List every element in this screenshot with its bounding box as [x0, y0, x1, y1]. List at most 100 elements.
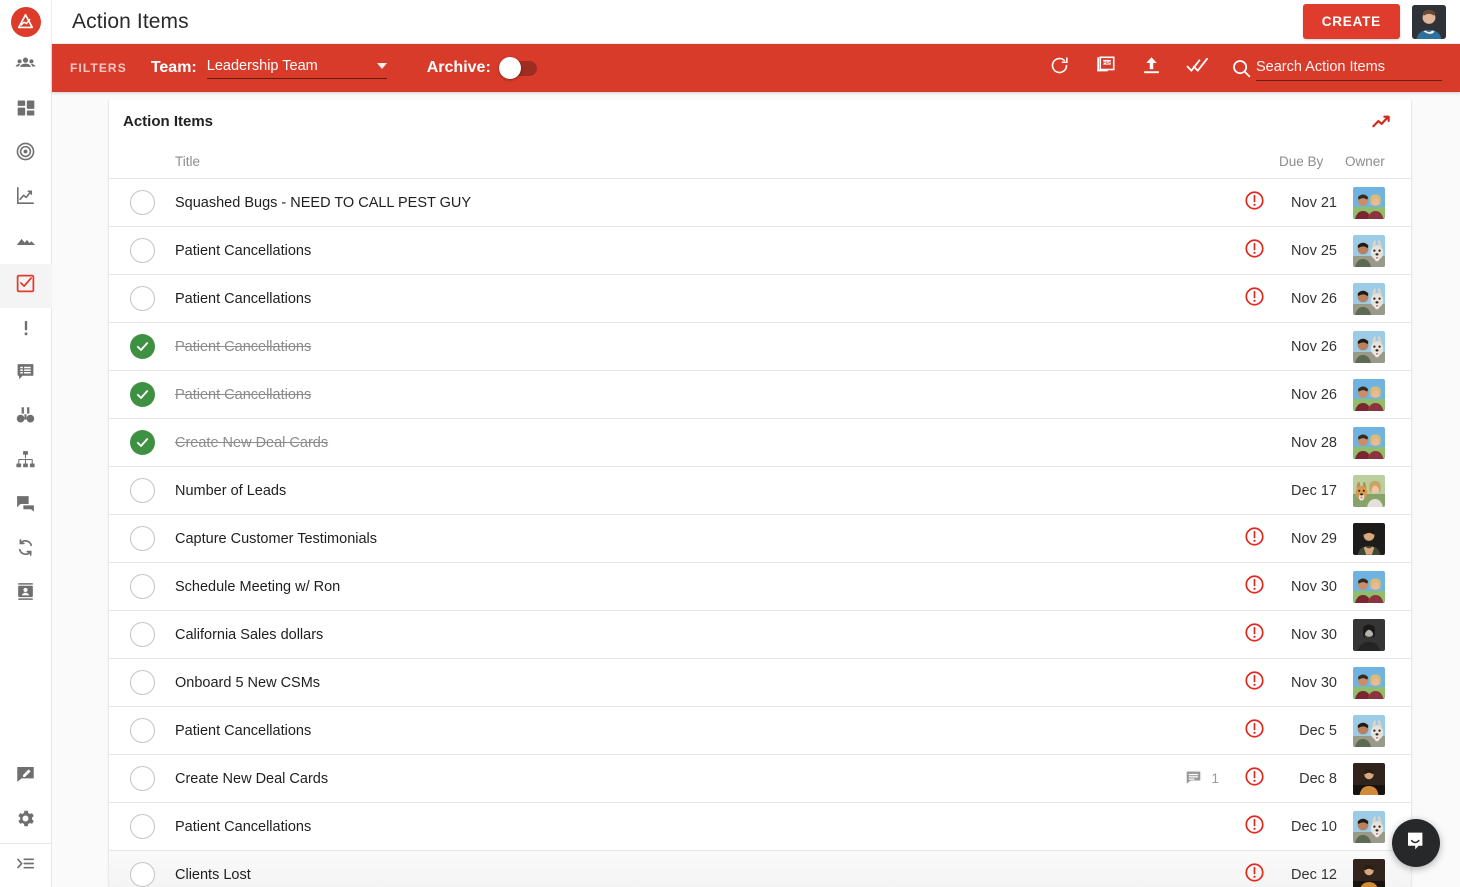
table-row[interactable]: Squashed Bugs - NEED TO CALL PEST GUY No…: [109, 178, 1411, 226]
sidebar-item-todos[interactable]: [0, 264, 52, 308]
row-checkbox[interactable]: [109, 478, 175, 503]
sidebar-item-feedback[interactable]: [0, 755, 52, 799]
row-owner[interactable]: [1345, 667, 1411, 699]
table-row[interactable]: Patient Cancellations Nov 25: [109, 226, 1411, 274]
checkbox-checked-icon: [130, 382, 155, 407]
row-title: Patient Cancellations: [175, 723, 1233, 739]
search-input[interactable]: [1256, 56, 1442, 81]
row-alert: [1233, 670, 1275, 696]
row-owner[interactable]: [1345, 523, 1411, 555]
owner-avatar: [1353, 331, 1385, 363]
table-row[interactable]: Onboard 5 New CSMs Nov 30: [109, 658, 1411, 706]
row-owner[interactable]: [1345, 571, 1411, 603]
row-due-date: Nov 28: [1275, 435, 1345, 451]
row-due-date: Dec 12: [1275, 867, 1345, 883]
sidebar-item-discussions[interactable]: [0, 484, 52, 528]
checkbox-checked-icon: [130, 430, 155, 455]
row-checkbox[interactable]: [109, 286, 175, 311]
row-owner[interactable]: [1345, 283, 1411, 315]
filters-bar: FILTERS Team: Leadership Team Archive: P…: [52, 44, 1460, 92]
export-pdf-button[interactable]: PDF: [1082, 44, 1128, 92]
row-owner[interactable]: [1345, 475, 1411, 507]
row-owner[interactable]: [1345, 379, 1411, 411]
row-due-date: Nov 21: [1275, 195, 1345, 211]
refresh-button[interactable]: [1036, 44, 1082, 92]
org-chart-icon: [15, 449, 36, 475]
table-row[interactable]: Patient Cancellations Dec 10: [109, 802, 1411, 850]
table-row[interactable]: Schedule Meeting w/ Ron Nov 30: [109, 562, 1411, 610]
row-checkbox[interactable]: [109, 814, 175, 839]
row-checkbox[interactable]: [109, 526, 175, 551]
comment-icon: [1185, 769, 1202, 789]
row-owner[interactable]: [1345, 859, 1411, 887]
pdf-export-icon: PDF: [1095, 55, 1116, 81]
sidebar-item-headlines[interactable]: [0, 396, 52, 440]
sidebar-item-process[interactable]: [0, 528, 52, 572]
column-headers: Title Due By Owner: [109, 144, 1411, 178]
search-icon[interactable]: [1226, 58, 1256, 79]
sidebar-collapse-toggle[interactable]: [0, 843, 52, 887]
table-row[interactable]: Patient Cancellations Nov 26: [109, 322, 1411, 370]
upload-button[interactable]: [1128, 44, 1174, 92]
row-owner[interactable]: [1345, 427, 1411, 459]
row-title: Schedule Meeting w/ Ron: [175, 579, 1233, 595]
row-checkbox[interactable]: [109, 862, 175, 887]
table-row[interactable]: Clients Lost Dec 12: [109, 850, 1411, 887]
collapse-arrow-icon: [15, 853, 36, 879]
row-checkbox[interactable]: [109, 334, 175, 359]
sidebar-item-dashboard[interactable]: [0, 88, 52, 132]
row-owner[interactable]: [1345, 235, 1411, 267]
overdue-alert-icon: [1244, 718, 1265, 744]
sidebar-item-directory[interactable]: [0, 44, 52, 88]
row-owner[interactable]: [1345, 331, 1411, 363]
app-logo[interactable]: [0, 0, 52, 44]
team-dropdown[interactable]: Leadership Team: [207, 58, 387, 79]
create-button[interactable]: CREATE: [1303, 4, 1400, 39]
sidebar-item-org-chart[interactable]: [0, 440, 52, 484]
row-owner[interactable]: [1345, 715, 1411, 747]
row-checkbox[interactable]: [109, 622, 175, 647]
archive-toggle[interactable]: [501, 61, 537, 76]
row-alert: [1233, 526, 1275, 552]
row-checkbox[interactable]: [109, 718, 175, 743]
top-bar-actions: CREATE: [1303, 4, 1460, 39]
table-row[interactable]: Create New Deal Cards Nov 28: [109, 418, 1411, 466]
table-row[interactable]: California Sales dollars Nov 30: [109, 610, 1411, 658]
sidebar-item-rocks[interactable]: [0, 132, 52, 176]
row-title: Squashed Bugs - NEED TO CALL PEST GUY: [175, 195, 1233, 211]
avatar[interactable]: [1412, 5, 1446, 39]
row-owner[interactable]: [1345, 763, 1411, 795]
trending-up-icon[interactable]: [1371, 111, 1393, 133]
row-checkbox[interactable]: [109, 574, 175, 599]
overdue-alert-icon: [1244, 670, 1265, 696]
table-row[interactable]: Capture Customer Testimonials Nov 29: [109, 514, 1411, 562]
archive-toggle-knob: [499, 57, 521, 79]
team-dropdown-value: Leadership Team: [207, 58, 377, 74]
row-checkbox[interactable]: [109, 766, 175, 791]
sidebar-item-settings[interactable]: [0, 799, 52, 843]
sidebar-item-scorecard[interactable]: [0, 176, 52, 220]
row-alert: [1233, 766, 1275, 792]
table-row[interactable]: Patient Cancellations Nov 26: [109, 370, 1411, 418]
intercom-launcher[interactable]: [1392, 819, 1440, 867]
row-checkbox[interactable]: [109, 238, 175, 263]
row-owner[interactable]: [1345, 187, 1411, 219]
double-check-icon: [1186, 54, 1209, 82]
sidebar-item-issues[interactable]: [0, 308, 52, 352]
mark-all-complete-button[interactable]: [1174, 44, 1220, 92]
comment-count[interactable]: 1: [1185, 769, 1219, 789]
table-row[interactable]: Patient Cancellations Dec 5: [109, 706, 1411, 754]
row-alert: [1233, 574, 1275, 600]
row-checkbox[interactable]: [109, 382, 175, 407]
row-checkbox[interactable]: [109, 430, 175, 455]
sidebar-item-directory-card[interactable]: [0, 572, 52, 616]
table-row[interactable]: Number of Leads Dec 17: [109, 466, 1411, 514]
table-row[interactable]: Patient Cancellations Nov 26: [109, 274, 1411, 322]
row-checkbox[interactable]: [109, 670, 175, 695]
sidebar-item-vision[interactable]: [0, 220, 52, 264]
dashboard-grid-icon: [16, 98, 36, 123]
row-checkbox[interactable]: [109, 190, 175, 215]
sidebar-item-meetings[interactable]: [0, 352, 52, 396]
row-owner[interactable]: [1345, 619, 1411, 651]
table-row[interactable]: Create New Deal Cards 1 Dec 8: [109, 754, 1411, 802]
